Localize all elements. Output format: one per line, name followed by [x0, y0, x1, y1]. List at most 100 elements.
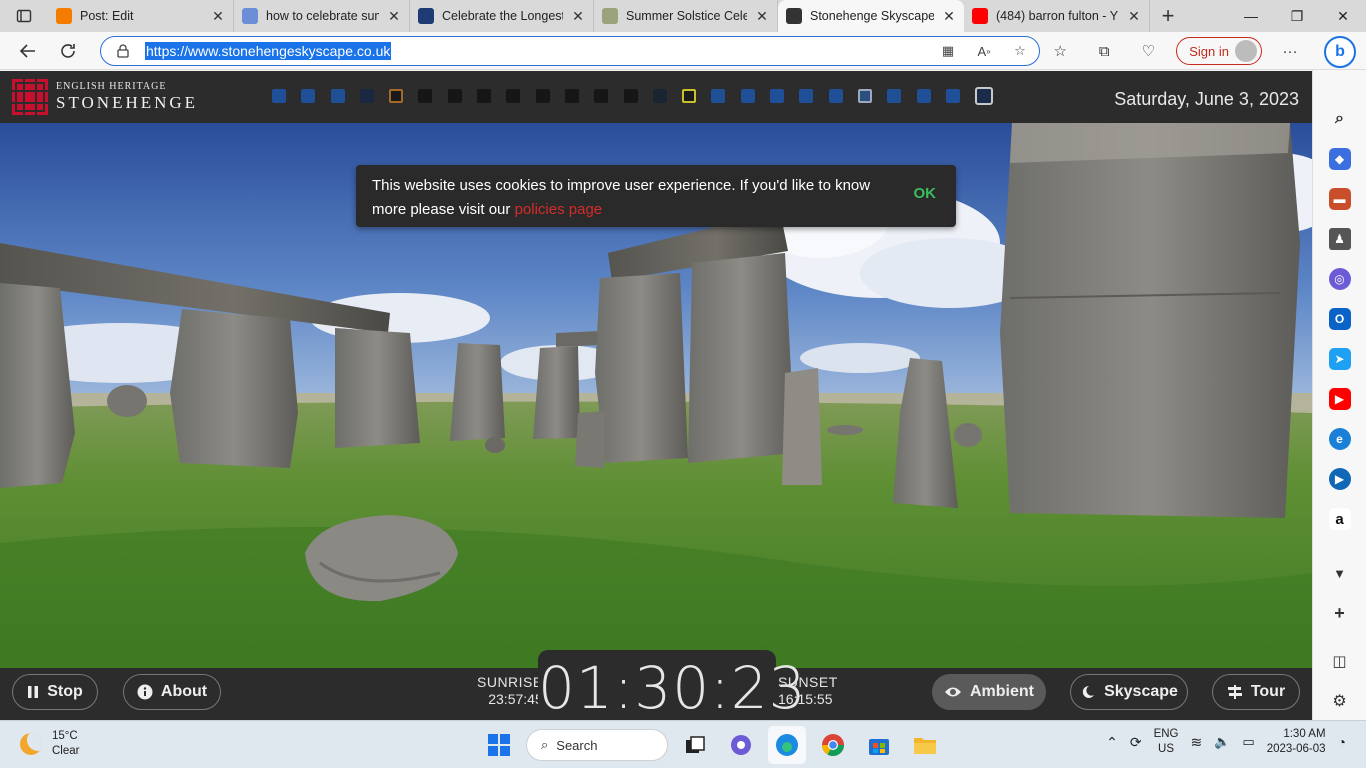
timeline-dot[interactable] — [682, 89, 697, 103]
timeline-dot[interactable] — [740, 89, 755, 103]
drop-icon[interactable]: ➤ — [1328, 348, 1351, 370]
timeline-dot[interactable] — [564, 89, 579, 103]
volume-icon[interactable]: 🔈 — [1214, 734, 1230, 750]
timeline-dot[interactable] — [652, 89, 667, 103]
chrome-taskbar-button[interactable] — [814, 726, 852, 764]
taskbar-search[interactable]: ⌕ Search — [526, 729, 668, 761]
media-play-icon[interactable]: ▶ — [1328, 468, 1351, 490]
sync-icon[interactable]: ⟳ — [1130, 734, 1142, 751]
new-tab-button[interactable]: + — [1150, 0, 1186, 32]
add-sidebar-icon[interactable]: + — [1329, 602, 1351, 624]
back-button[interactable] — [8, 35, 48, 67]
timeline-dot[interactable] — [799, 89, 814, 103]
english-heritage-logo[interactable]: ENGLISH HERITAGE STONEHENGE — [12, 79, 198, 115]
skyscape-button[interactable]: Skyscape — [1070, 674, 1188, 710]
system-clock[interactable]: 1:30 AM 2023-06-03 — [1267, 727, 1326, 757]
stonehenge-panorama[interactable]: This website uses cookies to improve use… — [0, 123, 1312, 668]
timeline-dot[interactable] — [711, 89, 726, 103]
stop-button[interactable]: Stop — [12, 674, 98, 710]
file-explorer-button[interactable] — [906, 726, 944, 764]
cookie-ok-button[interactable]: OK — [914, 185, 937, 202]
timeline-dot[interactable] — [945, 89, 960, 103]
gear-icon[interactable]: ⚙ — [1329, 690, 1351, 712]
signpost-icon — [1227, 685, 1242, 699]
store-taskbar-button[interactable] — [860, 726, 898, 764]
timeline-dot[interactable] — [828, 89, 843, 103]
favorites-icon[interactable]: ☆ — [1038, 35, 1082, 67]
outlook-icon[interactable]: O — [1328, 308, 1351, 330]
policies-link[interactable]: policies page — [515, 201, 603, 218]
timeline-dot[interactable] — [301, 89, 316, 103]
close-tab-icon[interactable]: ✕ — [571, 8, 585, 25]
browser-tab[interactable]: (484) barron fulton - Y ✕ — [964, 0, 1150, 32]
timeline-dot[interactable] — [506, 89, 521, 103]
games-icon[interactable]: ♟ — [1328, 228, 1351, 250]
microsoft-365-icon[interactable]: ◎ — [1328, 268, 1351, 290]
close-tab-icon[interactable]: ✕ — [211, 8, 225, 25]
timeline-dot[interactable] — [623, 89, 638, 103]
timeline-dot[interactable] — [272, 89, 286, 103]
battery-icon[interactable]: ▭ — [1242, 734, 1254, 750]
bing-chat-icon[interactable]: b — [1324, 36, 1356, 68]
read-aloud-icon[interactable]: A» — [973, 41, 995, 61]
close-tab-icon[interactable]: ✕ — [1127, 8, 1141, 25]
amazon-icon[interactable]: a — [1328, 508, 1351, 530]
timeline-dot[interactable] — [389, 89, 404, 103]
timeline-dot[interactable] — [330, 89, 345, 103]
refresh-button[interactable] — [48, 35, 88, 67]
weather-widget[interactable]: 15°C Clear — [20, 729, 79, 759]
close-tab-icon[interactable]: ✕ — [755, 8, 769, 25]
about-button[interactable]: About — [123, 674, 221, 710]
timeline-dot[interactable] — [975, 87, 994, 105]
timeline-dot[interactable] — [359, 89, 374, 103]
shopping-icon[interactable]: ◆ — [1328, 148, 1351, 170]
clock-panel: 01:30:23 — [538, 650, 806, 720]
task-view-button[interactable] — [676, 726, 714, 764]
timeline-dot[interactable] — [770, 89, 785, 103]
timeline-dot[interactable] — [418, 89, 433, 103]
sidebar-toggle-icon[interactable]: ◫ — [1329, 650, 1351, 672]
language-indicator[interactable]: ENG US — [1154, 727, 1179, 757]
windows-taskbar: 15°C Clear ⌕ Search ⌃ ⟳ ENG US ≋ 🔈 ▭ 1:3… — [0, 720, 1366, 768]
tour-button[interactable]: Tour — [1212, 674, 1300, 710]
timeline-dot[interactable] — [857, 89, 872, 103]
edge-icon[interactable]: e — [1328, 428, 1351, 450]
browser-tab[interactable]: Stonehenge Skyscape ✕ — [778, 0, 964, 32]
settings-menu-icon[interactable]: ··· — [1268, 35, 1312, 67]
browser-tab[interactable]: how to celebrate summ ✕ — [234, 0, 410, 32]
url-text[interactable]: https://www.stonehengeskyscape.co.uk — [145, 42, 392, 60]
close-tab-icon[interactable]: ✕ — [942, 8, 956, 25]
browser-tab[interactable]: Celebrate the Longest ✕ — [410, 0, 594, 32]
timeline-dot[interactable] — [477, 89, 492, 103]
start-button[interactable] — [480, 726, 518, 764]
timeline-dot[interactable] — [447, 89, 462, 103]
chevron-down-icon[interactable]: ▼ — [1329, 562, 1351, 584]
timeline-dot[interactable] — [594, 89, 609, 103]
lock-icon[interactable] — [101, 44, 145, 58]
youtube-icon[interactable]: ▶ — [1328, 388, 1351, 410]
edge-taskbar-button[interactable] — [768, 726, 806, 764]
search-icon[interactable]: ⌕ — [1329, 108, 1351, 130]
timeline-dot[interactable] — [887, 89, 902, 103]
browser-essentials-icon[interactable]: ♡ — [1126, 35, 1170, 67]
wifi-icon[interactable]: ≋ — [1190, 734, 1202, 751]
app-available-icon[interactable]: ▦ — [937, 41, 959, 61]
add-favorite-icon[interactable]: ☆ — [1009, 41, 1031, 61]
browser-tab[interactable]: Post: Edit ✕ — [48, 0, 234, 32]
teams-chat-button[interactable] — [722, 726, 760, 764]
tools-icon[interactable]: ▬ — [1328, 188, 1351, 210]
address-bar[interactable]: https://www.stonehengeskyscape.co.uk ▦ A… — [100, 36, 1040, 66]
restore-button[interactable]: ❐ — [1274, 0, 1320, 32]
notification-icon[interactable]: ◔ — [1338, 734, 1346, 750]
close-window-button[interactable]: ✕ — [1320, 0, 1366, 32]
chevron-up-icon[interactable]: ⌃ — [1106, 734, 1118, 751]
timeline-dot[interactable] — [916, 89, 931, 103]
browser-tab[interactable]: Summer Solstice Celeb ✕ — [594, 0, 778, 32]
timeline-dot[interactable] — [535, 89, 550, 103]
minimize-button[interactable]: — — [1228, 0, 1274, 32]
tab-actions-button[interactable] — [0, 0, 48, 32]
close-tab-icon[interactable]: ✕ — [387, 8, 401, 25]
collections-icon[interactable]: ⧉ — [1082, 35, 1126, 67]
ambient-button[interactable]: Ambient — [932, 674, 1046, 710]
sign-in-button[interactable]: Sign in — [1176, 37, 1262, 65]
